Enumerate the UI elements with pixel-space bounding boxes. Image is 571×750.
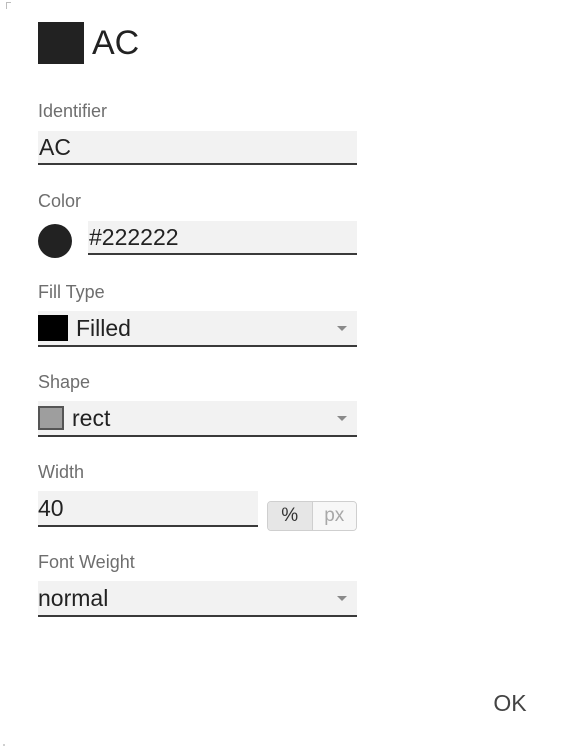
dialog-title: AC [92, 24, 140, 62]
identifier-input[interactable]: AC [38, 131, 357, 165]
shape-label: Shape [38, 372, 91, 392]
chevron-down-icon [337, 596, 347, 601]
identifier-label: Identifier [38, 101, 108, 121]
chevron-down-icon [337, 416, 347, 421]
width-value: 40 [38, 494, 64, 521]
corner-dot [3, 744, 5, 746]
color-picker-swatch[interactable] [38, 224, 72, 258]
color-input[interactable]: #222222 [88, 221, 357, 255]
corner-mark [6, 2, 11, 9]
dialog-header: AC [38, 22, 139, 64]
width-unit-toggle: % px [267, 501, 357, 531]
shape-value: rect [72, 404, 111, 431]
chevron-down-icon [337, 326, 347, 331]
series-color-swatch [38, 22, 84, 64]
unit-px-button[interactable]: px [312, 502, 356, 530]
fill-type-label: Fill Type [38, 282, 105, 302]
unit-percent-button[interactable]: % [268, 502, 313, 530]
width-input[interactable]: 40 [38, 491, 258, 527]
ok-button[interactable]: OK [470, 680, 550, 726]
color-value: #222222 [89, 224, 179, 250]
font-weight-select[interactable]: normal [38, 581, 357, 617]
width-label: Width [38, 462, 85, 482]
fill-type-value: Filled [76, 314, 131, 341]
identifier-value: AC [39, 134, 71, 160]
shape-select[interactable]: rect [38, 401, 357, 437]
shape-swatch [38, 406, 64, 430]
series-settings-dialog: AC Identifier AC Color #222222 Fill Type… [0, 0, 571, 750]
color-label: Color [38, 191, 82, 211]
fill-type-select[interactable]: Filled [38, 311, 357, 347]
font-weight-value: normal [38, 584, 109, 611]
font-weight-label: Font Weight [38, 552, 135, 572]
fill-type-swatch [38, 315, 68, 341]
